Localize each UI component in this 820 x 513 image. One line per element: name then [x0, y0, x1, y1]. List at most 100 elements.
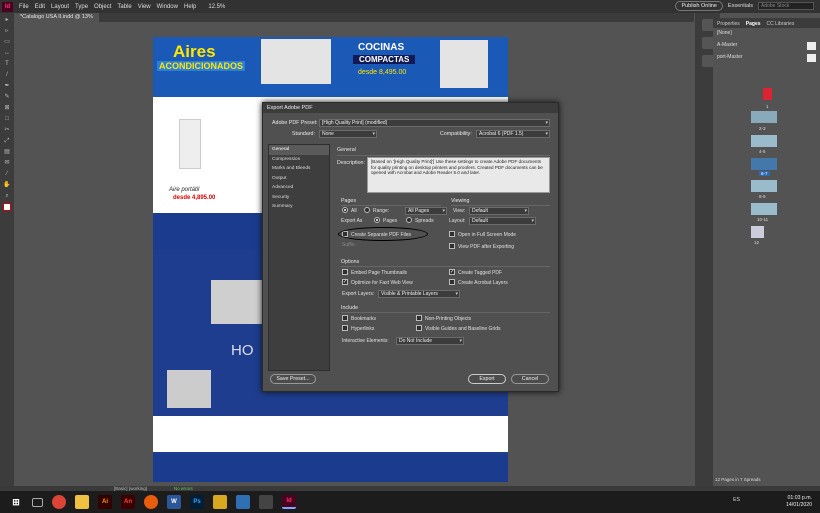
- category-compression[interactable]: Compression: [269, 155, 329, 165]
- photoshop-icon[interactable]: Ps: [190, 495, 204, 509]
- category-advanced[interactable]: Advanced: [269, 183, 329, 193]
- menu-window[interactable]: Window: [157, 4, 178, 10]
- pages-range-select[interactable]: All Pages: [405, 207, 447, 215]
- zoom-tool-icon[interactable]: ⌕: [3, 192, 11, 200]
- media-player-icon[interactable]: [144, 495, 158, 509]
- tab-cc-libraries[interactable]: CC Libraries: [767, 21, 795, 27]
- hyperlinks-checkbox[interactable]: [342, 325, 348, 331]
- export-as-pages-radio[interactable]: [374, 217, 380, 223]
- description-box[interactable]: [Based on '[High Quality Print]'] Use th…: [367, 157, 550, 193]
- app-icon-generic[interactable]: [259, 495, 273, 509]
- export-as-spreads-radio[interactable]: [406, 217, 412, 223]
- page-tool-icon[interactable]: ▭: [3, 38, 11, 46]
- optimize-web-checkbox[interactable]: ✓: [342, 279, 348, 285]
- view-select[interactable]: Default: [469, 207, 529, 215]
- cancel-button[interactable]: Cancel: [511, 374, 549, 384]
- save-preset-button[interactable]: Save Preset...: [270, 374, 316, 384]
- category-general[interactable]: General: [269, 145, 329, 155]
- menu-help[interactable]: Help: [184, 4, 196, 10]
- master-a[interactable]: A-Master: [713, 40, 820, 52]
- pages-all-radio[interactable]: [342, 207, 348, 213]
- direct-selection-tool-icon[interactable]: ▹: [3, 27, 11, 35]
- publish-online-button[interactable]: Publish Online: [675, 1, 723, 11]
- preset-select[interactable]: [High Quality Print] (modified): [319, 119, 550, 127]
- acrobat-layers-checkbox[interactable]: [449, 279, 455, 285]
- menu-edit[interactable]: Edit: [35, 4, 45, 10]
- tagged-pdf-checkbox[interactable]: ✓: [449, 269, 455, 275]
- layers-panel-icon[interactable]: [701, 37, 714, 49]
- animate-icon[interactable]: An: [121, 495, 135, 509]
- menu-view[interactable]: View: [138, 4, 151, 10]
- toaster-oven-image: [167, 370, 211, 408]
- hand-tool-icon[interactable]: ✋: [3, 181, 11, 189]
- menu-layout[interactable]: Layout: [51, 4, 69, 10]
- standard-select[interactable]: None: [319, 130, 377, 138]
- pencil-tool-icon[interactable]: ✎: [3, 93, 11, 101]
- visible-guides-checkbox[interactable]: [416, 325, 422, 331]
- page-thumb-4-5[interactable]: [751, 135, 777, 147]
- folder-icon[interactable]: [213, 495, 227, 509]
- indesign-taskbar-icon[interactable]: Id: [282, 495, 296, 509]
- type-tool-icon[interactable]: T: [3, 60, 11, 68]
- page-thumb-10-11[interactable]: [751, 203, 777, 215]
- pages-panel-icon[interactable]: [701, 19, 714, 31]
- interactive-elements-select[interactable]: Do Not Include: [396, 337, 464, 345]
- tools-panel: ▸ ▹ ▭ ↔ T / ✒ ✎ ⊠ □ ✂ ⤢ ▤ ✉ ⁄ ✋ ⌕: [0, 13, 14, 491]
- windows-start-icon[interactable]: ⊞: [9, 495, 23, 509]
- export-layers-select[interactable]: Visible & Printable Layers: [378, 290, 460, 298]
- rectangle-tool-icon[interactable]: □: [3, 115, 11, 123]
- page-thumb-1[interactable]: [763, 88, 772, 100]
- visible-guides-label: Visible Guides and Baseline Grids: [425, 326, 501, 332]
- rectangle-frame-tool-icon[interactable]: ⊠: [3, 104, 11, 112]
- stock-search-input[interactable]: Adobe Stock: [758, 2, 814, 10]
- pages-range-radio[interactable]: [364, 207, 370, 213]
- category-output[interactable]: Output: [269, 174, 329, 184]
- fill-stroke-icon[interactable]: [3, 203, 11, 211]
- word-icon[interactable]: W: [167, 495, 181, 509]
- illustrator-icon[interactable]: Ai: [98, 495, 112, 509]
- embed-thumbnails-checkbox[interactable]: [342, 269, 348, 275]
- nonprinting-checkbox[interactable]: [416, 315, 422, 321]
- category-security[interactable]: Security: [269, 193, 329, 203]
- menu-file[interactable]: File: [19, 4, 29, 10]
- document-tab[interactable]: *Catalogo USA II.indd @ 13%: [14, 13, 99, 22]
- master-port-thumb: [807, 54, 816, 62]
- file-explorer-icon[interactable]: [75, 495, 89, 509]
- eyedropper-tool-icon[interactable]: ⁄: [3, 170, 11, 178]
- full-screen-checkbox[interactable]: [449, 231, 455, 237]
- layout-select[interactable]: Default: [469, 217, 536, 225]
- tab-pages[interactable]: Pages: [746, 21, 761, 27]
- selection-tool-icon[interactable]: ▸: [3, 16, 11, 24]
- free-transform-tool-icon[interactable]: ⤢: [3, 137, 11, 145]
- links-panel-icon[interactable]: [701, 55, 714, 67]
- category-marks-bleeds[interactable]: Marks and Bleeds: [269, 164, 329, 174]
- paint-icon[interactable]: [236, 495, 250, 509]
- view-after-export-checkbox[interactable]: [449, 243, 455, 249]
- master-port[interactable]: port-Master: [713, 52, 820, 64]
- page-thumb-8-9[interactable]: [751, 180, 777, 192]
- system-clock[interactable]: 01:03 p.m. 14/01/2020: [786, 495, 812, 509]
- chrome-icon[interactable]: [52, 495, 66, 509]
- tab-properties[interactable]: Properties: [717, 21, 740, 27]
- category-summary[interactable]: Summary: [269, 202, 329, 212]
- menu-type[interactable]: Type: [75, 4, 88, 10]
- scissors-tool-icon[interactable]: ✂: [3, 126, 11, 134]
- page-thumb-6-7[interactable]: [751, 158, 777, 170]
- master-none[interactable]: [None]: [713, 28, 820, 40]
- zoom-level[interactable]: 12.5%: [208, 4, 225, 10]
- bookmarks-checkbox[interactable]: [342, 315, 348, 321]
- line-tool-icon[interactable]: /: [3, 71, 11, 79]
- menu-object[interactable]: Object: [94, 4, 111, 10]
- export-button[interactable]: Export: [468, 374, 506, 384]
- note-tool-icon[interactable]: ✉: [3, 159, 11, 167]
- page-thumb-2-3[interactable]: [751, 111, 777, 123]
- gradient-tool-icon[interactable]: ▤: [3, 148, 11, 156]
- menu-table[interactable]: Table: [117, 4, 131, 10]
- language-indicator[interactable]: ES: [733, 497, 740, 503]
- page-thumb-12[interactable]: [751, 226, 764, 238]
- compatibility-select[interactable]: Acrobat 6 (PDF 1.5): [476, 130, 550, 138]
- gap-tool-icon[interactable]: ↔: [3, 49, 11, 57]
- task-view-icon[interactable]: [32, 497, 43, 507]
- pen-tool-icon[interactable]: ✒: [3, 82, 11, 90]
- workspace-switcher[interactable]: Essentials: [728, 3, 753, 9]
